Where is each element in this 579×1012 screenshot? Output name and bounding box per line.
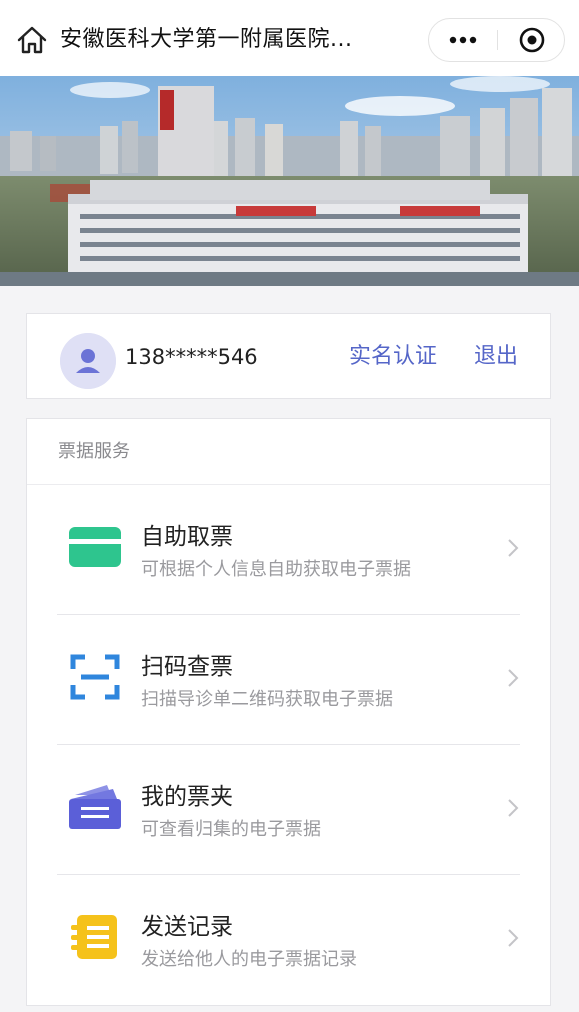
service-name: 自助取票 bbox=[141, 524, 233, 550]
section-header: 票据服务 bbox=[27, 419, 550, 485]
real-name-verify-link[interactable]: 实名认证 bbox=[349, 341, 437, 373]
service-desc: 扫描导诊单二维码获取电子票据 bbox=[141, 689, 393, 710]
user-phone: 138*****546 bbox=[125, 345, 258, 369]
home-icon[interactable] bbox=[16, 25, 48, 55]
service-item-scan-ticket[interactable]: 扫码查票 扫描导诊单二维码获取电子票据 bbox=[27, 615, 550, 745]
user-card: 138*****546 实名认证 退出 bbox=[26, 313, 551, 399]
top-bar: 安徽医科大学第一附属医院... bbox=[0, 0, 579, 76]
service-item-send-record[interactable]: 发送记录 发送给他人的电子票据记录 bbox=[27, 875, 550, 1005]
service-item-self-pickup[interactable]: 自助取票 可根据个人信息自助获取电子票据 bbox=[27, 485, 550, 615]
chevron-right-icon bbox=[508, 669, 519, 687]
record-icon bbox=[71, 915, 117, 959]
chevron-right-icon bbox=[508, 799, 519, 817]
service-desc: 可根据个人信息自助获取电子票据 bbox=[141, 559, 411, 580]
ticket-services-card: 票据服务 自助取票 可根据个人信息自助获取电子票据 扫码查票 扫描导诊单二维码获… bbox=[26, 418, 551, 1006]
section-title: 票据服务 bbox=[58, 441, 130, 462]
chevron-right-icon bbox=[508, 929, 519, 947]
mini-program-capsule bbox=[428, 18, 565, 62]
avatar[interactable] bbox=[60, 333, 116, 389]
ticket-folder-icon bbox=[69, 785, 121, 829]
service-item-my-ticket-folder[interactable]: 我的票夹 可查看归集的电子票据 bbox=[27, 745, 550, 875]
target-close-icon[interactable] bbox=[498, 19, 564, 61]
logout-link[interactable]: 退出 bbox=[474, 341, 518, 373]
service-name: 扫码查票 bbox=[141, 654, 233, 680]
more-dots-icon[interactable] bbox=[429, 19, 497, 61]
service-name: 我的票夹 bbox=[141, 784, 233, 810]
page-title: 安徽医科大学第一附属医院... bbox=[60, 27, 353, 52]
chevron-right-icon bbox=[508, 539, 519, 557]
service-name: 发送记录 bbox=[141, 914, 233, 940]
service-desc: 可查看归集的电子票据 bbox=[141, 819, 321, 840]
service-desc: 发送给他人的电子票据记录 bbox=[141, 949, 357, 970]
hospital-banner bbox=[0, 76, 579, 286]
card-icon bbox=[69, 527, 121, 567]
scan-icon bbox=[70, 654, 120, 700]
hospital-building-photo bbox=[0, 76, 579, 286]
